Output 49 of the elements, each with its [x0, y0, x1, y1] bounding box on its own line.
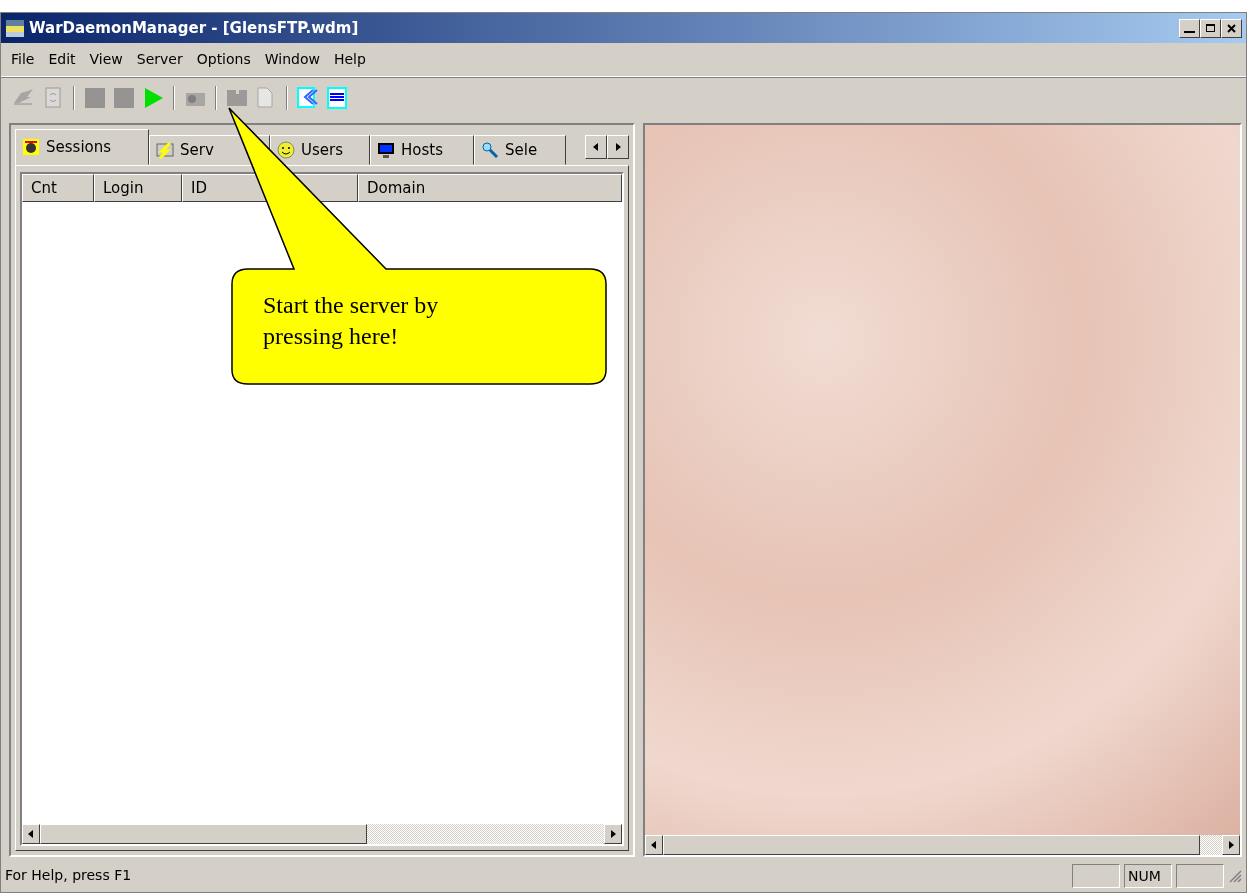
- menu-item[interactable]: View: [83, 47, 129, 72]
- menu-item[interactable]: Help: [327, 47, 372, 72]
- maximize-icon: [1205, 22, 1216, 34]
- column-header[interactable]: Cnt: [22, 174, 94, 202]
- scrollbar-thumb[interactable]: [40, 824, 368, 844]
- hosts-tab[interactable]: Hosts: [370, 135, 474, 165]
- maximize-button[interactable]: [1200, 18, 1221, 38]
- lines-page-icon: [324, 85, 350, 111]
- menu-item[interactable]: Edit: [42, 47, 82, 72]
- close-button[interactable]: [1221, 18, 1242, 38]
- scroll-left-button[interactable]: [645, 835, 663, 855]
- callout-text: Start the server by pressing here!: [263, 291, 440, 352]
- scroll-left-button[interactable]: [22, 824, 40, 844]
- smiley-icon: [277, 141, 295, 159]
- tab-scroll-left-button[interactable]: [585, 135, 607, 159]
- status-pane: [1176, 863, 1224, 888]
- menu-item[interactable]: File: [5, 47, 41, 72]
- menu-item[interactable]: Window: [258, 47, 326, 72]
- users-tab[interactable]: Users: [270, 135, 370, 165]
- right-arrow-icon: [609, 829, 617, 839]
- left-arrow-icon: [591, 142, 601, 152]
- left-arrow-icon: [650, 840, 658, 850]
- menu-item[interactable]: Options: [190, 47, 257, 72]
- column-header[interactable]: Login: [94, 174, 182, 202]
- menu-item[interactable]: Server: [130, 47, 189, 72]
- tab-scroll-right-button[interactable]: [607, 135, 629, 159]
- scroll-right-button[interactable]: [604, 824, 622, 844]
- minimize-button[interactable]: [1179, 18, 1200, 38]
- column-header[interactable]: Domain: [358, 174, 622, 202]
- right-arrow-icon: [613, 142, 623, 152]
- sessions-tab[interactable]: Sessions: [15, 129, 149, 165]
- lightning-icon: [156, 141, 174, 159]
- lines-page-button[interactable]: [324, 85, 350, 111]
- status-indicator: NUM: [1124, 863, 1172, 888]
- minimize-icon: [1184, 30, 1195, 33]
- status-pane: [1072, 863, 1120, 888]
- scroll-right-button[interactable]: [1222, 835, 1240, 855]
- monitor-icon: [377, 141, 395, 159]
- tab[interactable]: Sele: [474, 135, 566, 165]
- left-arrow-icon: [27, 829, 35, 839]
- close-icon: [1226, 22, 1237, 34]
- stop-icon: [82, 85, 108, 111]
- resize-grip-icon: [1228, 868, 1242, 883]
- magnifier-icon: [481, 141, 499, 159]
- app-icon: [5, 18, 25, 38]
- window-title: WarDaemonManager - [GlensFTP.wdm]: [29, 17, 360, 39]
- status-text: For Help, press F1: [5, 866, 133, 885]
- right-arrow-icon: [1227, 840, 1235, 850]
- pause-icon: [111, 85, 137, 111]
